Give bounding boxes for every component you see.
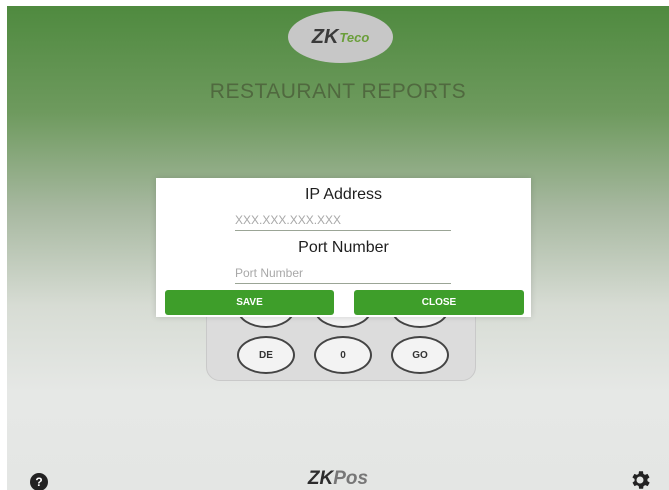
app-screen: ZK Teco RESTAURANT REPORTS DE 0 GO IP Add…	[7, 6, 669, 490]
keypad-key-0[interactable]: 0	[314, 336, 372, 374]
ip-address-label: IP Address	[304, 186, 383, 203]
port-number-label: Port Number	[298, 239, 389, 256]
zkpos-logo: ZKPos	[7, 468, 669, 490]
keypad-key-go[interactable]: GO	[391, 336, 449, 374]
zkteco-logo: ZK Teco	[288, 11, 393, 63]
gear-icon[interactable]	[628, 468, 652, 490]
brand-accent-text: Pos	[333, 468, 369, 489]
keypad-key-delete[interactable]: DE	[237, 336, 295, 374]
port-number-input[interactable]	[235, 263, 451, 284]
ip-address-input[interactable]	[235, 210, 451, 231]
close-button[interactable]: CLOSE	[354, 290, 524, 315]
logo-main-text: ZK	[311, 25, 339, 48]
connection-dialog: IP Address Port Number SAVE CLOSE	[156, 178, 531, 317]
brand-main-text: ZK	[307, 468, 334, 489]
page-title: RESTAURANT REPORTS	[209, 80, 467, 103]
save-button[interactable]: SAVE	[165, 290, 334, 315]
logo-accent-text: Teco	[339, 29, 370, 45]
